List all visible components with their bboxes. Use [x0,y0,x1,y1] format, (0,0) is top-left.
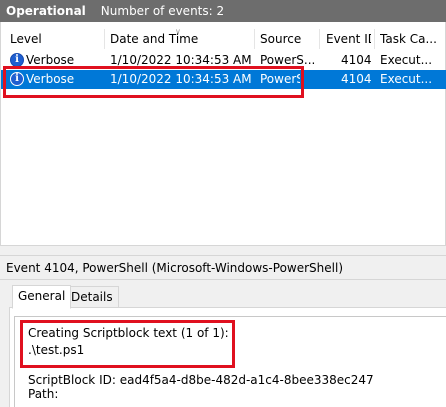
log-title: Operational [6,4,86,18]
script-path-text: .\test.ps1 [28,343,85,357]
row-source: PowerS... [260,53,316,67]
info-icon: i [10,72,24,86]
row-task-category: Execut... [380,72,433,86]
path-label-text: Path: [28,387,59,401]
column-divider[interactable] [374,29,375,49]
scriptblock-id-text: ScriptBlock ID: ead4f5a4-d8be-482d-a1c4-… [28,373,374,387]
log-header-bar: Operational Number of events: 2 [0,0,446,22]
column-header-task-category[interactable]: Task Ca... [380,28,446,50]
column-header-row: ∨ Level Date and Time Source Event ID Ta… [1,28,446,50]
row-event-id: 4104 [341,72,371,86]
table-row-selected[interactable]: i Verbose 1/10/2022 10:34:53 AM PowerS..… [1,70,446,89]
row-source: PowerS... [260,72,300,86]
table-row[interactable]: i Verbose 1/10/2022 10:34:53 AM PowerS..… [1,51,446,70]
column-header-event-id[interactable]: Event ID [326,28,371,50]
row-datetime: 1/10/2022 10:34:53 AM [110,72,252,86]
pane-splitter[interactable] [0,246,446,256]
column-header-level[interactable]: Level [10,28,100,50]
row-task-category: Execut... [380,53,433,67]
tab-details[interactable]: Details [65,286,119,308]
row-level: Verbose [26,72,75,86]
column-header-source[interactable]: Source [260,28,315,50]
row-event-id: 4104 [341,53,371,67]
event-count: Number of events: 2 [100,4,225,18]
event-list[interactable]: ∨ Level Date and Time Source Event ID Ta… [0,22,446,246]
info-icon: i [10,53,24,67]
column-divider[interactable] [254,29,255,49]
column-divider[interactable] [319,29,320,49]
column-divider[interactable] [104,29,105,49]
tab-general[interactable]: General [12,285,72,309]
event-details-title: Event 4104, PowerShell (Microsoft-Window… [0,256,446,280]
column-header-datetime[interactable]: Date and Time [110,28,250,50]
row-level: Verbose [26,53,75,67]
row-datetime: 1/10/2022 10:34:53 AM [110,53,252,67]
event-details-pane: Event 4104, PowerShell (Microsoft-Window… [0,256,446,407]
creating-scriptblock-text: Creating Scriptblock text (1 of 1): [28,326,229,340]
